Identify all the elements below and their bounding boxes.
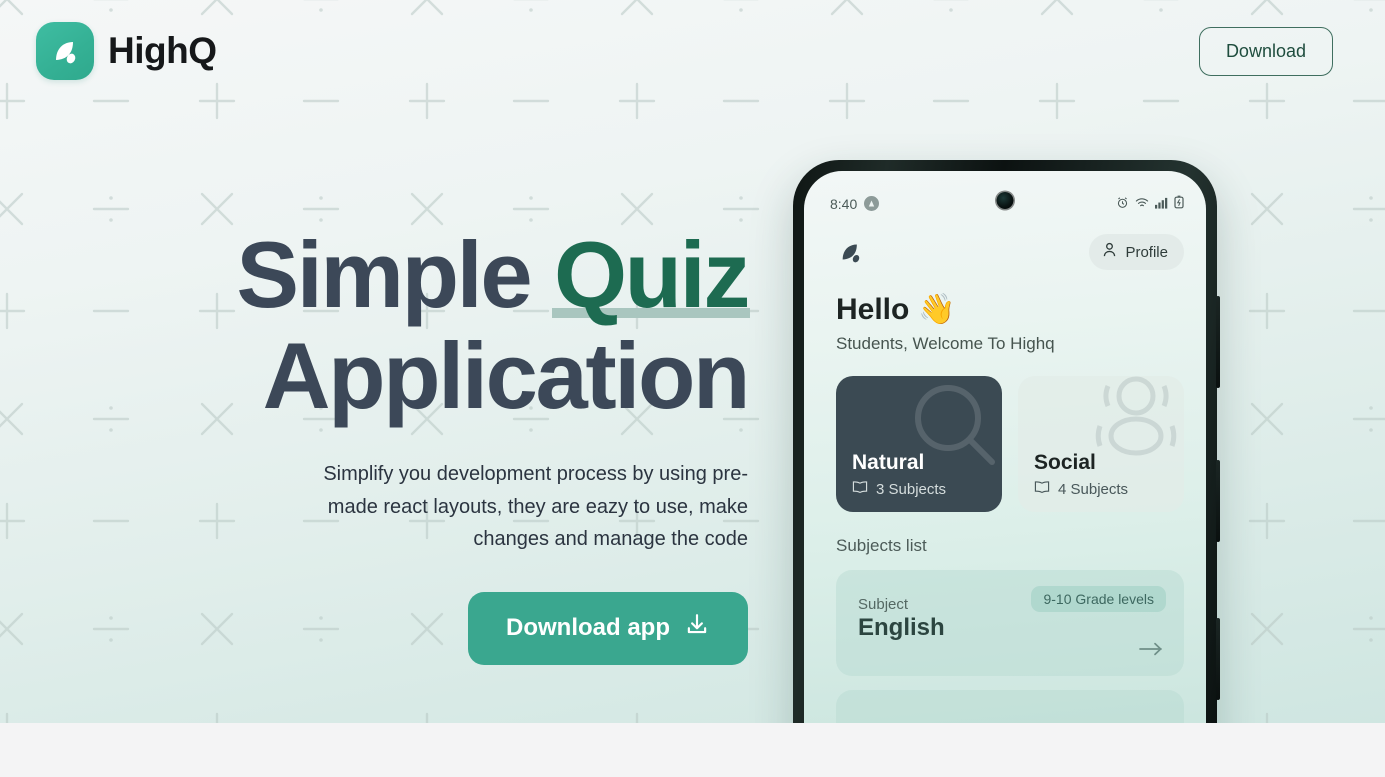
signal-bars-icon xyxy=(1155,196,1168,212)
brand-name: HighQ xyxy=(108,30,217,71)
headline-line1-plain: Simple xyxy=(236,222,554,327)
category-card-social[interactable]: Social 4 Subjects xyxy=(1018,376,1184,512)
phone-mockup: 8:40 Profile Hello 👋 Students, Welcome T… xyxy=(793,160,1220,723)
highq-leaf-logo-icon xyxy=(36,22,94,80)
phone-power-button[interactable] xyxy=(1216,460,1220,542)
download-icon xyxy=(684,612,710,645)
book-icon xyxy=(852,480,868,498)
status-time: 8:40 xyxy=(830,195,858,212)
person-icon xyxy=(1102,242,1117,262)
download-app-button[interactable]: Download app xyxy=(468,591,748,665)
app-header: Profile xyxy=(804,212,1206,270)
subject-card-english[interactable]: 9-10 Grade levels Subject English xyxy=(836,570,1184,676)
phone-side-button[interactable] xyxy=(1216,618,1220,700)
status-left: 8:40 xyxy=(830,195,880,212)
battery-charging-icon xyxy=(1174,195,1184,212)
download-app-button-label: Download app xyxy=(506,614,670,642)
hero-cta-row: Download app xyxy=(0,591,748,665)
category-card-title: Natural xyxy=(852,451,925,474)
greeting-text: Hello xyxy=(836,292,910,326)
hero-section: HighQ Download Simple Quiz Application S… xyxy=(0,0,1385,723)
phone-screen: 8:40 Profile Hello 👋 Students, Welcome T… xyxy=(804,171,1206,723)
greeting-block: Hello 👋 Students, Welcome To Highq xyxy=(804,270,1206,354)
app-notification-icon xyxy=(864,196,880,211)
top-navigation-bar: HighQ Download xyxy=(0,0,1385,102)
highq-leaf-dark-icon xyxy=(836,237,866,267)
page-footer-area xyxy=(0,723,1385,777)
hero-copy: Simple Quiz Application Simplify you dev… xyxy=(0,222,760,665)
hero-subcopy: Simplify you development process by usin… xyxy=(323,463,748,551)
arrow-right-icon[interactable] xyxy=(1138,641,1164,662)
subject-name: English xyxy=(858,614,945,641)
subjects-list-label: Subjects list xyxy=(836,536,927,555)
category-card-meta: 3 Subjects xyxy=(852,480,1002,498)
book-icon xyxy=(1034,480,1050,498)
profile-label: Profile xyxy=(1125,243,1168,261)
headline-line2: Application xyxy=(262,322,751,428)
category-card-title: Social xyxy=(1034,451,1096,474)
category-cards: Natural 3 Subjects Social 4 Subjects xyxy=(804,354,1206,512)
headline-accent-quiz: Quiz xyxy=(551,222,750,327)
category-card-subjects-count: 4 Subjects xyxy=(1058,480,1129,498)
status-right xyxy=(1116,195,1184,212)
grade-level-badge: 9-10 Grade levels xyxy=(1031,586,1166,612)
greeting-subtitle: Students, Welcome To Highq xyxy=(836,334,1055,353)
profile-chip[interactable]: Profile xyxy=(1089,234,1184,270)
greeting-title: Hello 👋 xyxy=(836,292,1174,327)
nav-download-button[interactable]: Download xyxy=(1198,26,1333,76)
category-card-natural[interactable]: Natural 3 Subjects xyxy=(836,376,1002,512)
subjects-list: 9-10 Grade levels Subject English xyxy=(804,556,1206,723)
phone-volume-button[interactable] xyxy=(1216,296,1220,388)
brand-logo[interactable]: HighQ xyxy=(36,22,217,80)
waving-hand-emoji: 👋 xyxy=(918,293,956,326)
alarm-icon xyxy=(1116,196,1129,212)
category-card-meta: 4 Subjects xyxy=(1034,480,1184,498)
front-camera-punch-hole xyxy=(996,192,1014,209)
category-card-subjects-count: 3 Subjects xyxy=(876,480,947,498)
wifi-icon xyxy=(1135,196,1149,212)
page-title: Simple Quiz Application xyxy=(0,222,751,428)
subject-card-next[interactable] xyxy=(836,690,1184,723)
